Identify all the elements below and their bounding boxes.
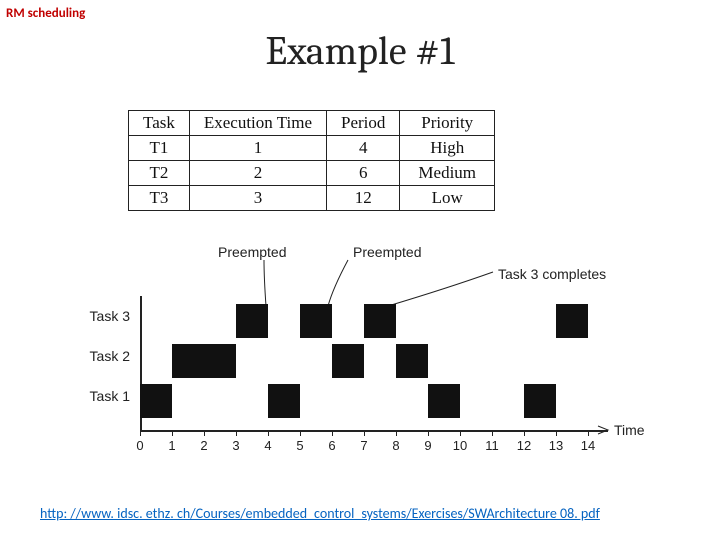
source-link[interactable]: http: //www. idsc. ethz. ch/Courses/embe… [40,505,600,522]
x-tick [268,430,269,436]
cell: T2 [129,161,190,186]
task-table: Task Execution Time Period Priority T1 1… [128,110,495,211]
annot-preempted1: Preempted [218,244,286,260]
x-tick-label: 1 [162,438,182,453]
cell: 2 [189,161,326,186]
x-tick [332,430,333,436]
bar-task1 [428,384,460,418]
x-tick [556,430,557,436]
page-title: Example #1 [0,28,720,74]
x-tick [588,430,589,436]
x-tick [492,430,493,436]
x-axis [140,430,608,432]
table-row: T2 2 6 Medium [129,161,495,186]
bar-task1 [268,384,300,418]
x-tick [140,430,141,436]
bar-task3 [300,304,332,338]
x-tick [172,430,173,436]
cell: Low [400,186,495,211]
x-tick-label: 14 [578,438,598,453]
bar-task2 [332,344,364,378]
x-tick [364,430,365,436]
x-axis-label: Time [614,422,645,438]
x-tick [460,430,461,436]
bar-task3 [236,304,268,338]
col-period: Period [327,111,400,136]
bar-task2 [396,344,428,378]
x-tick-label: 8 [386,438,406,453]
x-tick-label: 7 [354,438,374,453]
cell: T1 [129,136,190,161]
table-row: T1 1 4 High [129,136,495,161]
cell: 3 [189,186,326,211]
bar-task2 [172,344,236,378]
x-tick-label: 9 [418,438,438,453]
cell: 4 [327,136,400,161]
cell: 6 [327,161,400,186]
x-tick [236,430,237,436]
x-tick-label: 11 [482,438,502,453]
bar-task3 [556,304,588,338]
x-tick [300,430,301,436]
x-tick-label: 2 [194,438,214,453]
cell: T3 [129,186,190,211]
col-priority: Priority [400,111,495,136]
col-task: Task [129,111,190,136]
x-tick [428,430,429,436]
x-tick-label: 0 [130,438,150,453]
cell: 12 [327,186,400,211]
annot-preempted2: Preempted [353,244,421,260]
bar-task1 [524,384,556,418]
x-tick-label: 6 [322,438,342,453]
x-tick [524,430,525,436]
x-tick-label: 10 [450,438,470,453]
table-row: T3 3 12 Low [129,186,495,211]
x-tick-label: 4 [258,438,278,453]
x-tick-label: 3 [226,438,246,453]
x-tick-label: 5 [290,438,310,453]
row-label-task3: Task 3 [78,308,130,324]
bar-task3 [364,304,396,338]
x-tick-label: 12 [514,438,534,453]
row-label-task2: Task 2 [78,348,130,364]
annot-completes: Task 3 completes [498,266,606,282]
x-tick [204,430,205,436]
section-label: RM scheduling [6,6,85,21]
x-tick [396,430,397,436]
cell: 1 [189,136,326,161]
col-exec: Execution Time [189,111,326,136]
table-header-row: Task Execution Time Period Priority [129,111,495,136]
gantt-chart: Preempted Preempted Task 3 completes Tas… [78,248,648,488]
cell: Medium [400,161,495,186]
row-label-task1: Task 1 [78,388,130,404]
x-tick-label: 13 [546,438,566,453]
cell: High [400,136,495,161]
bar-task1 [140,384,172,418]
